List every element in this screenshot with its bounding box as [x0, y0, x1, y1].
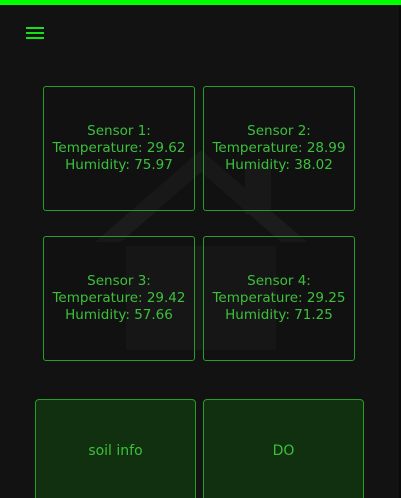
- sensor-title: Sensor 1:: [87, 123, 151, 139]
- sensor-temperature: Temperature: 29.42: [52, 290, 186, 306]
- app-screen: Sensor 1: Temperature: 29.62 Humidity: 7…: [0, 0, 401, 498]
- sensor-card-1: Sensor 1: Temperature: 29.62 Humidity: 7…: [43, 86, 195, 211]
- sensor-title: Sensor 2:: [247, 123, 311, 139]
- sensor-humidity: Humidity: 71.25: [225, 307, 333, 323]
- sensor-humidity: Humidity: 38.02: [225, 157, 333, 173]
- top-accent-bar: [0, 0, 401, 5]
- do-button[interactable]: DO: [203, 399, 364, 498]
- sensor-temperature: Temperature: 28.99: [212, 140, 346, 156]
- menu-bar-line: [26, 32, 44, 34]
- sensor-humidity: Humidity: 57.66: [65, 307, 173, 323]
- sensor-humidity: Humidity: 75.97: [65, 157, 173, 173]
- sensor-card-2: Sensor 2: Temperature: 28.99 Humidity: 3…: [203, 86, 355, 211]
- sensor-card-3: Sensor 3: Temperature: 29.42 Humidity: 5…: [43, 236, 195, 361]
- do-button-label: DO: [272, 443, 295, 459]
- sensor-card-4: Sensor 4: Temperature: 29.25 Humidity: 7…: [203, 236, 355, 361]
- sensor-temperature: Temperature: 29.25: [212, 290, 346, 306]
- menu-bar-line: [26, 37, 44, 39]
- soil-info-button-label: soil info: [88, 443, 143, 459]
- sensor-temperature: Temperature: 29.62: [52, 140, 186, 156]
- menu-bar-line: [26, 27, 44, 29]
- sensor-title: Sensor 4:: [247, 273, 311, 289]
- hamburger-menu-icon[interactable]: [25, 25, 47, 43]
- sensor-title: Sensor 3:: [87, 273, 151, 289]
- soil-info-button[interactable]: soil info: [35, 399, 196, 498]
